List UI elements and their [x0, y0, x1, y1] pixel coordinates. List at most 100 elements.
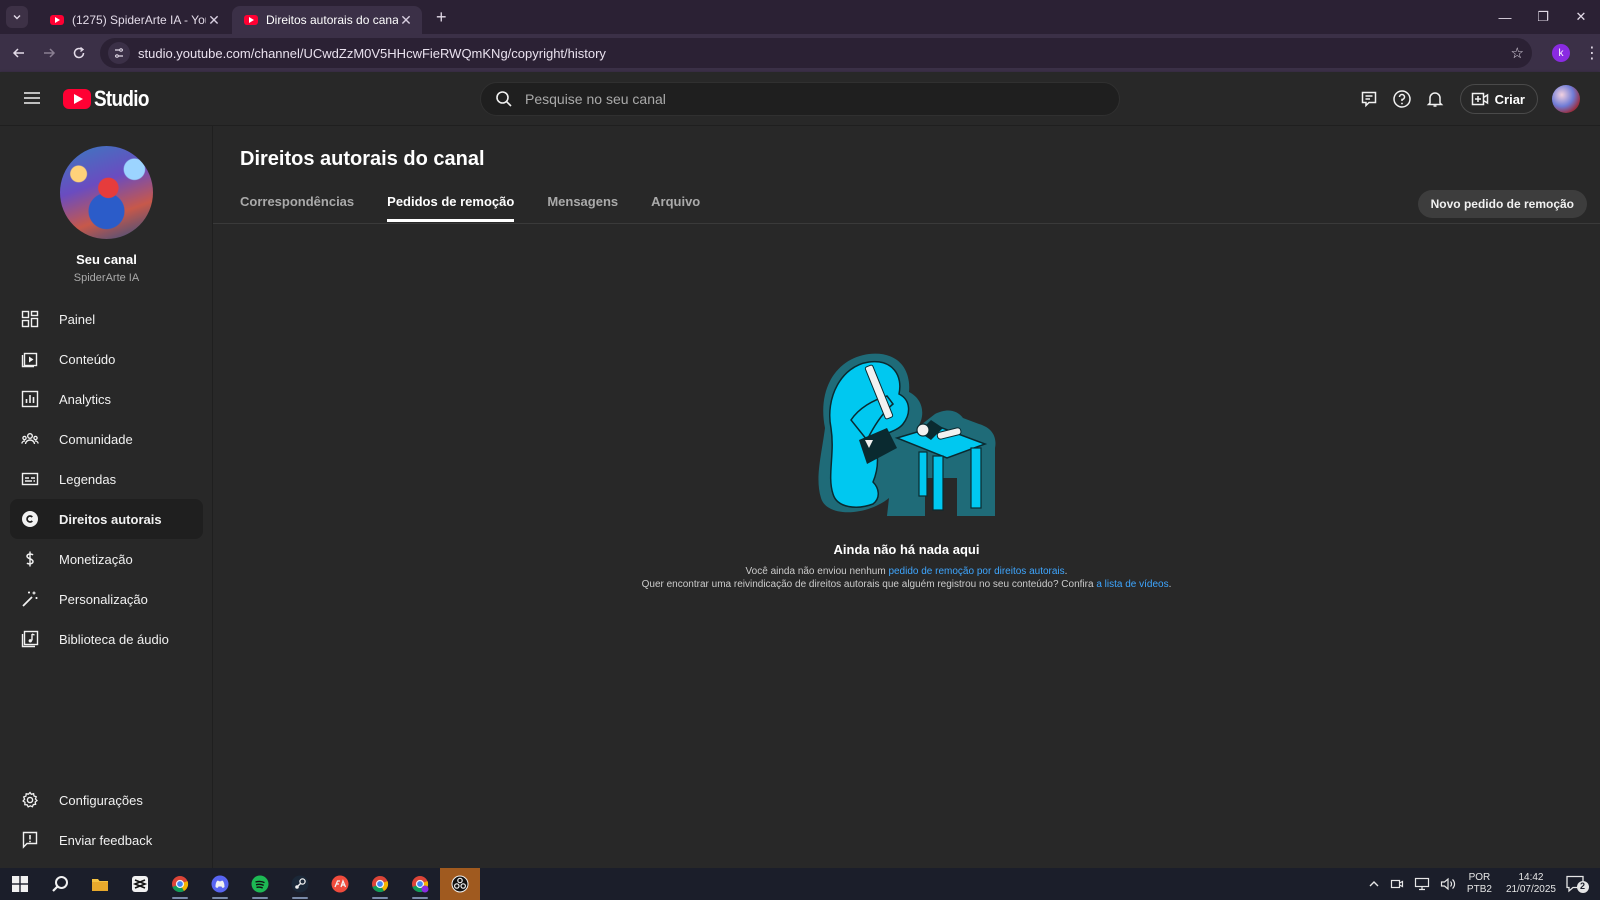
empty-state-illustration: [818, 353, 996, 516]
system-clock[interactable]: 14:42 21/07/2025: [1506, 872, 1556, 896]
forward-button[interactable]: [34, 38, 64, 68]
window-close-icon[interactable]: ✕: [1562, 0, 1600, 34]
tab-pedidos-de-remocao[interactable]: Pedidos de remoção: [387, 188, 515, 222]
youtube-favicon-icon: [244, 15, 258, 25]
reload-icon: [73, 46, 85, 59]
tab-search-button[interactable]: [6, 6, 28, 28]
removal-request-link[interactable]: pedido de remoção por direitos autorais: [888, 566, 1064, 577]
menu-icon[interactable]: [22, 88, 42, 108]
main-content: Direitos autorais do canal Correspondênc…: [213, 126, 1600, 868]
os-taskbar: POR PTB2 14:42 21/07/2025 2: [0, 868, 1600, 900]
sidebar-item-comunidade[interactable]: Comunidade: [10, 419, 203, 459]
tray-meet-icon[interactable]: [1390, 877, 1404, 891]
chrome-profile-icon[interactable]: [360, 868, 400, 900]
empty-text: .: [1168, 579, 1172, 590]
page-title: Direitos autorais do canal: [240, 148, 485, 170]
tabs-divider: [213, 223, 1600, 224]
sidebar-item-label: Direitos autorais: [59, 511, 162, 527]
new-tab-button[interactable]: +: [436, 7, 447, 28]
sidebar-item-label: Conteúdo: [59, 351, 116, 367]
tray-chevron-up-icon[interactable]: [1368, 878, 1380, 890]
channel-handle: SpiderArte IA: [73, 272, 140, 284]
subtitles-icon: [20, 469, 40, 489]
search-input[interactable]: [525, 91, 1085, 107]
sidebar-item-personalizacao[interactable]: Personalização: [10, 579, 203, 619]
comments-icon[interactable]: [1353, 83, 1386, 115]
search-icon[interactable]: [495, 90, 513, 108]
copyright-icon: [20, 509, 40, 529]
sidebar-item-painel[interactable]: Painel: [10, 299, 203, 339]
input-language[interactable]: POR PTB2: [1467, 872, 1492, 896]
sidebar-item-label: Legendas: [59, 471, 117, 487]
file-explorer-icon[interactable]: [80, 868, 120, 900]
sidebar-item-monetizacao[interactable]: Monetização: [10, 539, 203, 579]
browser-menu-icon[interactable]: ⋮: [1584, 43, 1600, 63]
create-button[interactable]: Criar: [1459, 84, 1538, 114]
account-avatar[interactable]: [1552, 85, 1580, 113]
channel-title: Seu canal: [76, 252, 137, 267]
dollar-icon: [20, 549, 40, 569]
channel-avatar[interactable]: [60, 146, 153, 239]
ea-app-icon[interactable]: [320, 868, 360, 900]
browser-profile-avatar[interactable]: k: [1552, 44, 1570, 62]
back-button[interactable]: [4, 38, 34, 68]
system-tray: POR PTB2 14:42 21/07/2025 2: [1363, 868, 1600, 900]
browser-tab-youtube[interactable]: (1275) SpiderArte IA - YouTube ✕: [38, 6, 230, 34]
content-icon: [20, 349, 40, 369]
sidebar-item-conteudo[interactable]: Conteúdo: [10, 339, 203, 379]
gear-icon: [20, 790, 40, 810]
logo-text: Studio: [94, 86, 149, 111]
steam-icon[interactable]: [280, 868, 320, 900]
window-controls: — ❐ ✕: [1486, 0, 1600, 34]
url-text: studio.youtube.com/channel/UCwdZzM0V5HHc…: [138, 45, 606, 61]
close-icon[interactable]: ✕: [398, 12, 414, 29]
browser-tab-studio[interactable]: Direitos autorais do canal - You ✕: [232, 6, 422, 34]
video-list-link[interactable]: a lista de vídeos: [1096, 579, 1168, 590]
address-bar[interactable]: studio.youtube.com/channel/UCwdZzM0V5HHc…: [100, 38, 1532, 68]
windows-start-icon[interactable]: [0, 868, 40, 900]
sidebar-item-label: Configurações: [59, 792, 143, 808]
tray-network-icon[interactable]: [1414, 877, 1430, 891]
reload-button[interactable]: [64, 38, 94, 68]
empty-text: Quer encontrar uma reivindicação de dire…: [641, 579, 1097, 590]
video-add-icon: [1471, 92, 1488, 106]
lang-bottom: PTB2: [1466, 884, 1492, 895]
youtube-logo-icon: [63, 89, 91, 109]
sidebar-item-enviar-feedback[interactable]: Enviar feedback: [10, 820, 203, 860]
sidebar-item-label: Enviar feedback: [59, 832, 153, 848]
obs-studio-icon[interactable]: [440, 868, 480, 900]
feedback-icon: [20, 830, 40, 850]
tray-volume-icon[interactable]: [1440, 877, 1456, 891]
minimize-icon[interactable]: —: [1486, 0, 1524, 34]
empty-text: Você ainda não enviou nenhum: [745, 566, 889, 577]
chrome-profile-k-icon[interactable]: [400, 868, 440, 900]
arrow-left-icon: [12, 48, 24, 58]
sidebar-item-direitos-autorais[interactable]: Direitos autorais: [10, 499, 203, 539]
chevron-down-icon: [13, 15, 21, 20]
notification-center-icon[interactable]: 2: [1564, 874, 1590, 894]
sidebar-item-label: Analytics: [59, 391, 112, 407]
bookmark-star-icon[interactable]: ☆: [1511, 44, 1524, 62]
sidebar-item-legendas[interactable]: Legendas: [10, 459, 203, 499]
tab-arquivo[interactable]: Arquivo: [651, 188, 700, 222]
sidebar-item-analytics[interactable]: Analytics: [10, 379, 203, 419]
taskbar-search-icon[interactable]: [40, 868, 80, 900]
tab-mensagens[interactable]: Mensagens: [547, 188, 618, 222]
bell-icon[interactable]: [1419, 83, 1452, 115]
empty-text: .: [1064, 566, 1068, 577]
tab-correspondencias[interactable]: Correspondências: [240, 188, 354, 222]
studio-logo[interactable]: Studio: [63, 86, 158, 112]
capcut-icon[interactable]: [120, 868, 160, 900]
sidebar-item-label: Personalização: [59, 591, 148, 607]
close-icon[interactable]: ✕: [206, 12, 222, 29]
new-removal-request-button[interactable]: Novo pedido de remoção: [1417, 190, 1587, 218]
discord-icon[interactable]: [200, 868, 240, 900]
sidebar-item-configuracoes[interactable]: Configurações: [10, 780, 203, 820]
sidebar-bottom-nav: Configurações Enviar feedback: [10, 780, 203, 860]
restore-icon[interactable]: ❐: [1524, 0, 1562, 34]
sidebar-item-biblioteca-audio[interactable]: Biblioteca de áudio: [10, 619, 203, 659]
help-icon[interactable]: [1386, 83, 1419, 115]
chrome-icon[interactable]: [160, 868, 200, 900]
spotify-icon[interactable]: [240, 868, 280, 900]
site-info-icon[interactable]: [108, 42, 130, 64]
